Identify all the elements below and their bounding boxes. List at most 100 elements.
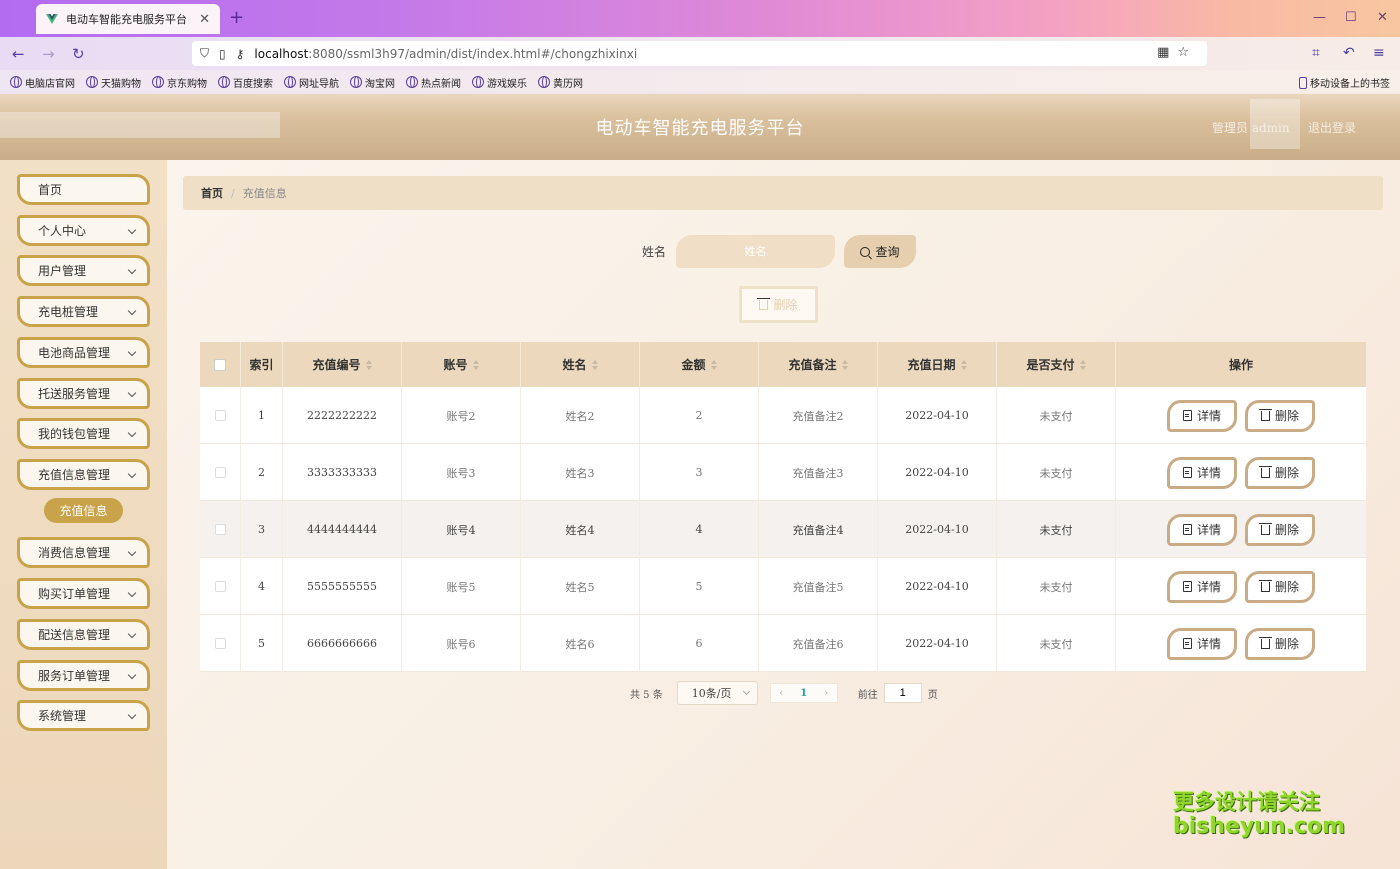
row-checkbox[interactable]	[214, 581, 226, 592]
logout-link[interactable]: 退出登录	[1308, 119, 1356, 136]
breadcrumb-current: 充值信息	[242, 187, 287, 200]
trash-icon	[1258, 579, 1272, 592]
document-icon	[1182, 524, 1192, 535]
vue-favicon-icon	[46, 14, 58, 24]
bookmark-item[interactable]: 热点新闻	[406, 75, 461, 90]
reload-icon[interactable]: ↻	[72, 45, 85, 63]
globe-icon	[350, 76, 362, 88]
column-header[interactable]: 充值日期	[878, 342, 997, 387]
page-number[interactable]: 1	[800, 688, 807, 699]
table-row: 5 6666666666 账号6 姓名6 6 充值备注6 2022-04-10 …	[200, 615, 1366, 672]
detail-button[interactable]: 详情	[1167, 399, 1237, 432]
bookmark-item[interactable]: 黄历网	[538, 75, 583, 90]
sidebar-item-battery-goods[interactable]: 电池商品管理	[17, 337, 150, 368]
bookmark-item[interactable]: 天猫购物	[86, 75, 141, 90]
sort-icon[interactable]	[841, 359, 848, 370]
delete-button[interactable]: 删除	[1245, 627, 1315, 660]
sort-icon[interactable]	[472, 359, 479, 370]
sidebar-item-home[interactable]: 首页	[17, 174, 150, 205]
column-header[interactable]: 充值编号	[283, 342, 402, 387]
phone-icon	[1299, 76, 1307, 89]
column-header[interactable]: 是否支付	[997, 342, 1116, 387]
column-header[interactable]: 充值备注	[759, 342, 878, 387]
bookmark-item[interactable]: 京东购物	[152, 75, 207, 90]
sidebar-item-recharge-info[interactable]: 充值信息管理	[17, 459, 150, 490]
maximize-icon[interactable]: ☐	[1345, 10, 1357, 25]
bookmark-item[interactable]: 淘宝网	[350, 75, 395, 90]
cell-amount: 3	[640, 444, 759, 501]
sidebar-item-service-orders[interactable]: 服务订单管理	[17, 660, 150, 691]
bookmark-item[interactable]: 百度搜索	[218, 75, 273, 90]
row-select-cell	[200, 558, 241, 615]
extension-icon[interactable]: ⌗	[1312, 45, 1320, 61]
detail-button[interactable]: 详情	[1167, 456, 1237, 489]
breadcrumb-home[interactable]: 首页	[201, 185, 223, 201]
new-tab-icon[interactable]: +	[229, 7, 244, 28]
prev-page-icon[interactable]: ‹	[779, 688, 783, 699]
sidebar-item-charging-pile[interactable]: 充电桩管理	[17, 296, 150, 327]
table-header: 索引 充值编号 账号 姓名 金额 充值备注 充值日期 是否支付 操作	[200, 342, 1366, 387]
next-page-icon[interactable]: ›	[824, 688, 828, 699]
delete-button[interactable]: 删除	[1245, 570, 1315, 603]
sidebar-item-consumption[interactable]: 消费信息管理	[17, 537, 150, 568]
detail-button[interactable]: 详情	[1167, 513, 1237, 546]
menu-icon[interactable]: ≡	[1373, 45, 1385, 61]
cell-account: 账号2	[402, 387, 521, 444]
trash-icon	[1258, 408, 1272, 421]
sidebar-item-personal-center[interactable]: 个人中心	[17, 215, 150, 246]
table-row: 1 2222222222 账号2 姓名2 2 充值备注2 2022-04-10 …	[200, 387, 1366, 444]
cell-amount: 5	[640, 558, 759, 615]
sidebar-subitem-recharge[interactable]: 充值信息	[44, 498, 123, 523]
mobile-bookmarks[interactable]: 移动设备上的书签	[1299, 75, 1390, 90]
cell-actions: 详情 删除	[1116, 387, 1366, 444]
row-select-cell	[200, 444, 241, 501]
sidebar-item-delivery-service[interactable]: 托送服务管理	[17, 378, 150, 409]
column-header[interactable]: 金额	[640, 342, 759, 387]
goto-page-input[interactable]	[883, 683, 922, 703]
cell-paid: 未支付	[997, 615, 1116, 672]
delete-button[interactable]: 删除	[1245, 456, 1315, 489]
back-icon[interactable]: ←	[12, 45, 25, 63]
query-button[interactable]: 查询	[844, 235, 916, 268]
address-bar[interactable]: ⛉ ▯ ⚷ localhost:8080/ssml3h97/admin/dist…	[192, 41, 1207, 66]
tab-title: 电动车智能充电服务平台	[66, 13, 187, 26]
cell-name: 姓名2	[521, 387, 640, 444]
row-checkbox[interactable]	[214, 638, 226, 649]
column-header[interactable]: 账号	[402, 342, 521, 387]
watermark: 更多设计请关注 bisheyun.com	[1173, 790, 1345, 839]
browser-tab[interactable]: 电动车智能充电服务平台 ✕	[36, 4, 220, 34]
sort-icon[interactable]	[960, 359, 967, 370]
sidebar-item-wallet[interactable]: 我的钱包管理	[17, 418, 150, 449]
page-size-select[interactable]: 10条/页	[676, 681, 758, 705]
search-name-input[interactable]	[676, 235, 835, 268]
delete-button[interactable]: 删除	[1245, 399, 1315, 432]
detail-button[interactable]: 详情	[1167, 570, 1237, 603]
sort-icon[interactable]	[710, 359, 717, 370]
bookmark-item[interactable]: 网址导航	[284, 75, 339, 90]
sidebar-item-purchase-orders[interactable]: 购买订单管理	[17, 578, 150, 609]
sidebar-item-user-management[interactable]: 用户管理	[17, 255, 150, 286]
sort-icon[interactable]	[591, 359, 598, 370]
select-all-checkbox[interactable]	[214, 358, 226, 371]
row-checkbox[interactable]	[214, 467, 226, 478]
undo-icon[interactable]: ↶	[1343, 45, 1355, 61]
cell-index: 1	[241, 387, 283, 444]
batch-delete-button[interactable]: 删除	[739, 286, 818, 323]
window-close-icon[interactable]: ✕	[1377, 10, 1388, 25]
detail-button[interactable]: 详情	[1167, 627, 1237, 660]
sidebar-item-system[interactable]: 系统管理	[17, 700, 150, 731]
sidebar-item-delivery-info[interactable]: 配送信息管理	[17, 619, 150, 650]
key-icon: ⚷	[235, 46, 245, 61]
minimize-icon[interactable]: —	[1313, 10, 1326, 25]
close-tab-icon[interactable]: ✕	[199, 12, 210, 27]
sort-icon[interactable]	[1079, 359, 1086, 370]
bookmark-item[interactable]: 电脑店官网	[10, 75, 75, 90]
row-checkbox[interactable]	[214, 410, 226, 421]
delete-button[interactable]: 删除	[1245, 513, 1315, 546]
forward-icon[interactable]: →	[42, 45, 55, 63]
sort-icon[interactable]	[365, 359, 372, 370]
row-checkbox[interactable]	[214, 524, 226, 535]
column-header[interactable]: 姓名	[521, 342, 640, 387]
qr-star-icons[interactable]: ▦☆	[1157, 45, 1197, 60]
bookmark-item[interactable]: 游戏娱乐	[472, 75, 527, 90]
